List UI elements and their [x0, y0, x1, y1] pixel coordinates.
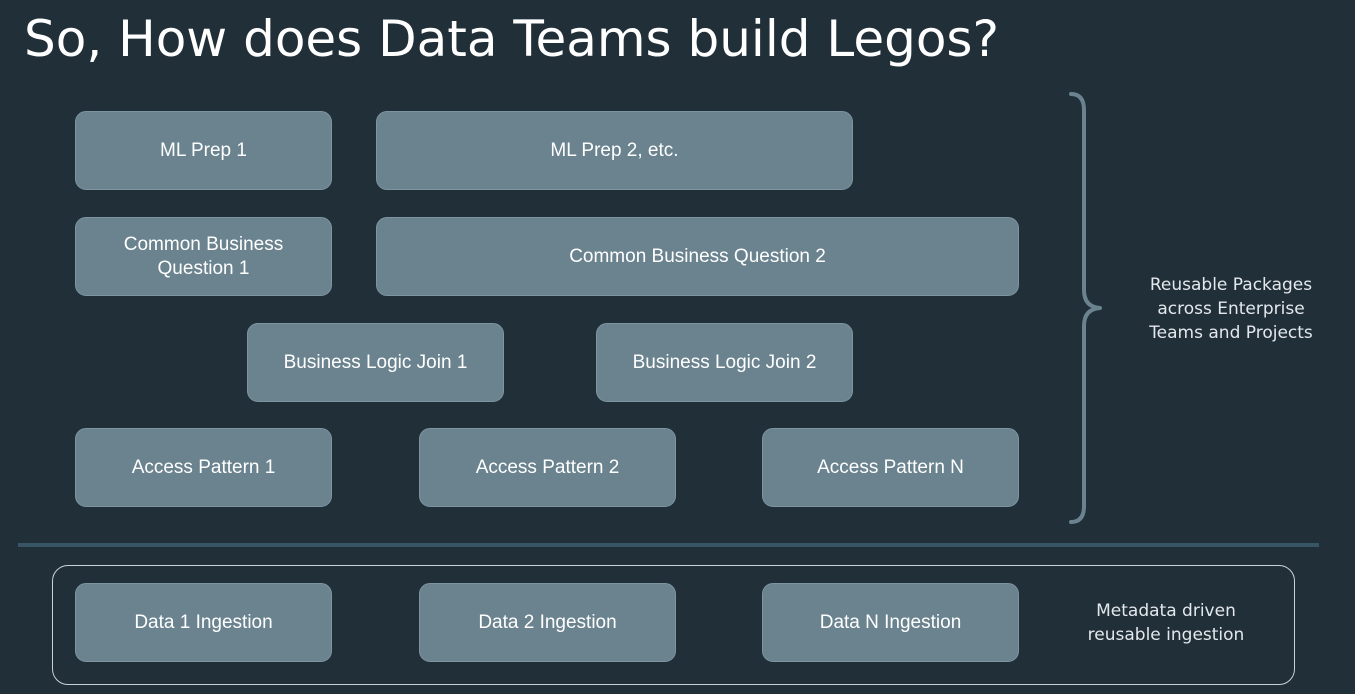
ml-prep-2-block: ML Prep 2, etc. — [376, 111, 853, 190]
reusable-packages-note: Reusable Packages across Enterprise Team… — [1149, 275, 1313, 343]
ingestion-note: Metadata driven reusable ingestion — [1087, 601, 1245, 645]
data-n-ingestion-block: Data N Ingestion — [762, 583, 1019, 662]
slide-title: So, How does Data Teams build Legos? — [24, 10, 999, 68]
common-business-question-2-block: Common Business Question 2 — [376, 217, 1019, 296]
common-business-question-1-block: Common Business Question 1 — [75, 217, 332, 296]
business-logic-join-1-block: Business Logic Join 1 — [247, 323, 504, 402]
ml-prep-1-block: ML Prep 1 — [75, 111, 332, 190]
data-2-ingestion-block: Data 2 Ingestion — [419, 583, 676, 662]
access-pattern-2-block: Access Pattern 2 — [419, 428, 676, 507]
access-pattern-1-block: Access Pattern 1 — [75, 428, 332, 507]
data-1-ingestion-block: Data 1 Ingestion — [75, 583, 332, 662]
access-pattern-n-block: Access Pattern N — [762, 428, 1019, 507]
business-logic-join-2-block: Business Logic Join 2 — [596, 323, 853, 402]
curly-brace-icon — [1069, 92, 1102, 524]
layer-divider — [18, 543, 1319, 547]
